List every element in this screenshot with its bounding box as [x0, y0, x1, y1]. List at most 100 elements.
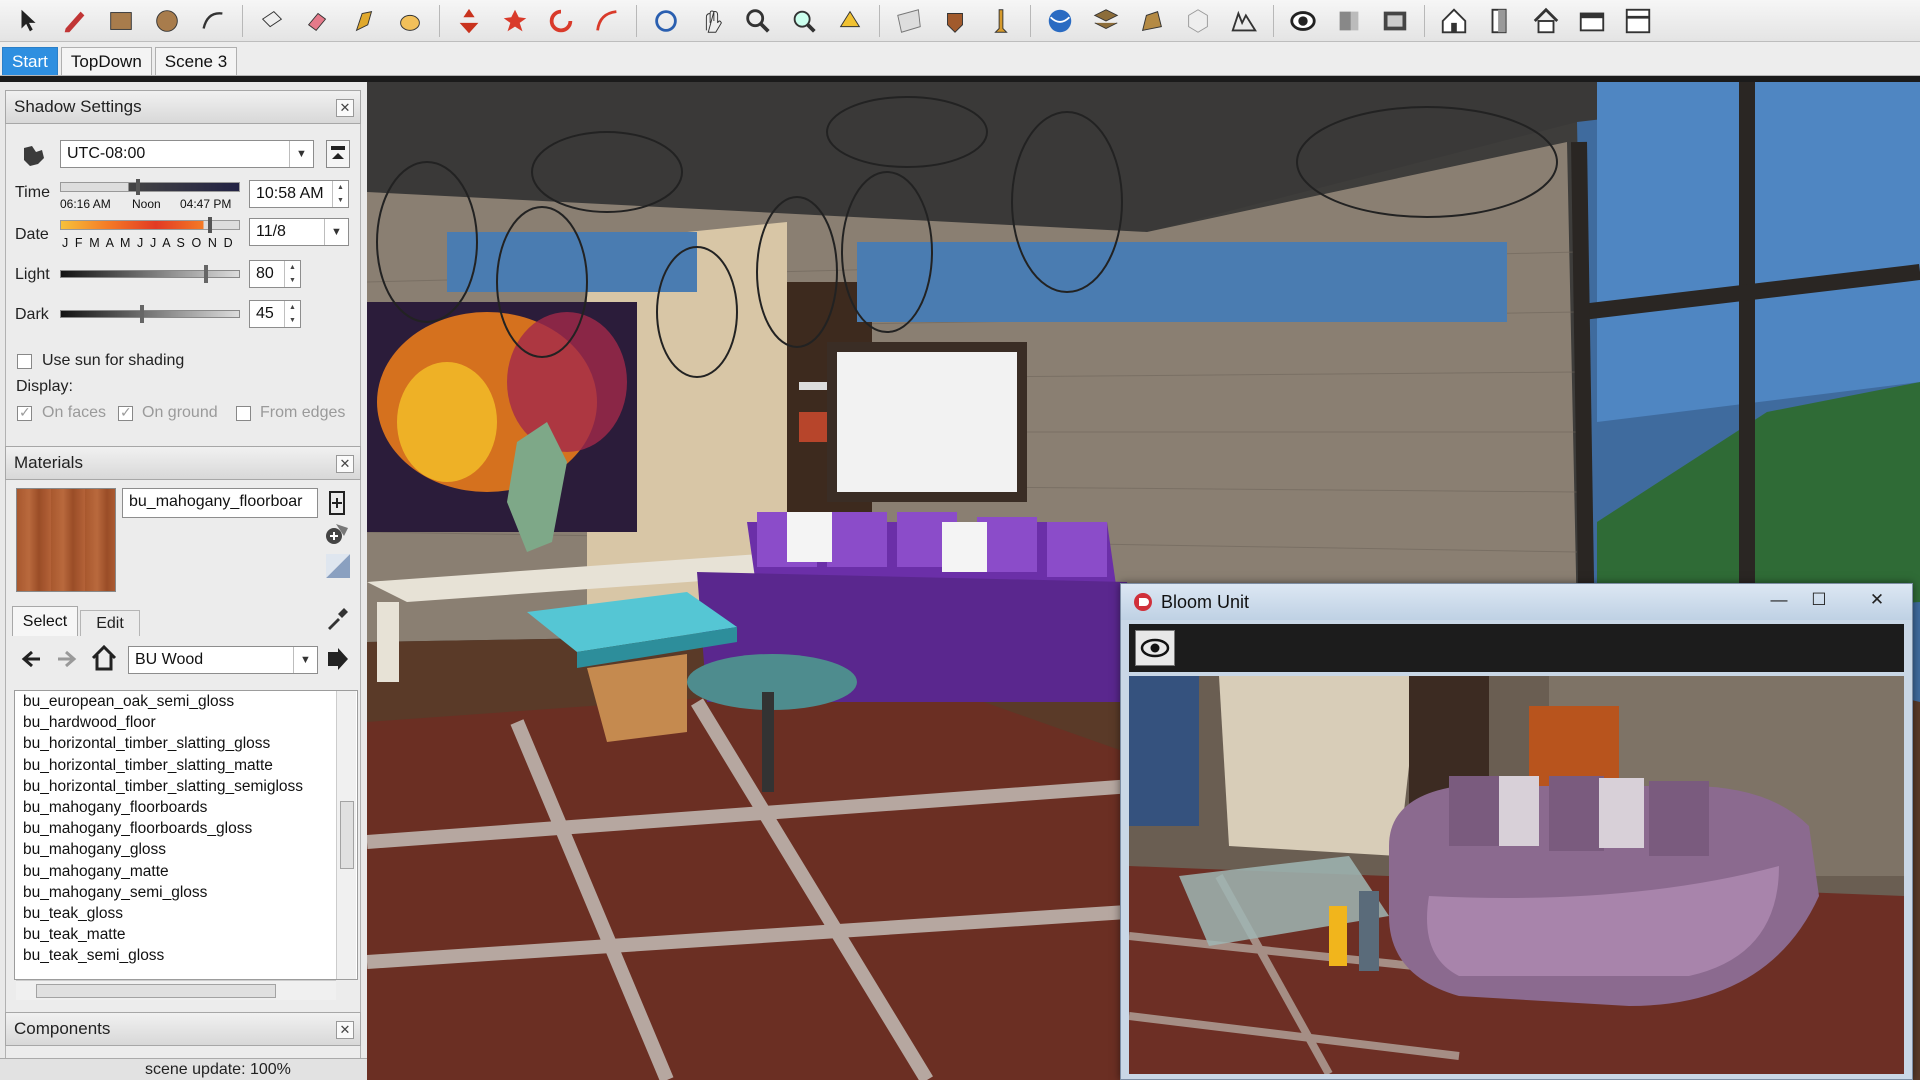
create-material-icon[interactable]	[324, 490, 350, 516]
material-list-scrollbar[interactable]	[336, 691, 356, 979]
position-camera-icon[interactable]	[829, 3, 871, 39]
orbit-icon[interactable]	[586, 3, 628, 39]
light-input[interactable]: 80 ▲ ▼	[249, 260, 301, 288]
expand-toggle-button[interactable]	[326, 140, 350, 168]
arc-icon[interactable]	[192, 3, 234, 39]
globe-icon[interactable]	[20, 144, 46, 168]
light-slider-thumb[interactable]	[204, 265, 208, 283]
close-button[interactable]: ✕	[1859, 588, 1895, 612]
eyedropper-icon[interactable]	[324, 606, 350, 632]
zoom-icon[interactable]	[691, 3, 733, 39]
material-list-item[interactable]: bu_mahogany_floorboards	[15, 797, 357, 818]
material-list-item[interactable]: bu_teak_matte	[15, 924, 357, 945]
material-library-select[interactable]: BU Wood ▼	[128, 646, 318, 674]
timezone-select[interactable]: UTC-08:00 ▼	[60, 140, 314, 168]
tab-edit[interactable]: Edit	[80, 610, 140, 636]
minimize-button[interactable]: —	[1761, 588, 1797, 612]
rotate-icon[interactable]	[494, 3, 536, 39]
materials-header[interactable]: Materials ✕	[5, 446, 361, 480]
material-name-field[interactable]: bu_mahogany_floorboar	[122, 488, 318, 518]
pan-icon[interactable]	[645, 3, 687, 39]
select-icon[interactable]	[8, 3, 50, 39]
tape-measure-icon[interactable]	[343, 3, 385, 39]
back-arrow-icon[interactable]	[18, 646, 44, 672]
forward-arrow-icon[interactable]	[54, 646, 80, 672]
sandbox-icon[interactable]	[1223, 3, 1265, 39]
dark-slider[interactable]	[60, 310, 240, 318]
hscrollbar-thumb[interactable]	[36, 984, 276, 998]
time-slider-thumb[interactable]	[136, 179, 140, 195]
dark-input[interactable]: 45 ▲ ▼	[249, 300, 301, 328]
spinner-icon[interactable]: ▲ ▼	[284, 301, 300, 327]
time-slider[interactable]	[60, 182, 240, 192]
dark-slider-thumb[interactable]	[140, 305, 144, 323]
bloom-titlebar[interactable]: Bloom Unit — ☐ ✕	[1121, 584, 1912, 620]
follow-me-icon[interactable]	[540, 3, 582, 39]
material-list-item[interactable]: bu_mahogany_floorboards_gloss	[15, 818, 357, 839]
rectangle-icon[interactable]	[100, 3, 142, 39]
scrollbar-thumb[interactable]	[340, 801, 354, 869]
zoom-extents-icon[interactable]	[737, 3, 779, 39]
move-icon[interactable]	[448, 3, 490, 39]
material-list-item[interactable]: bu_hardwood_floor	[15, 712, 357, 733]
details-arrow-icon[interactable]	[324, 646, 350, 672]
shadow-settings-header[interactable]: Shadow Settings ✕	[5, 90, 361, 124]
tab-select[interactable]: Select	[12, 606, 78, 636]
eraser-icon[interactable]	[251, 3, 293, 39]
roof-icon[interactable]	[1525, 3, 1567, 39]
light-slider[interactable]	[60, 270, 240, 278]
eye-icon[interactable]	[1282, 3, 1324, 39]
look-around-icon[interactable]	[934, 3, 976, 39]
on-faces-checkbox[interactable]	[17, 404, 32, 421]
geo-icon[interactable]	[980, 3, 1022, 39]
house-icon[interactable]	[1433, 3, 1475, 39]
material-list-item[interactable]: bu_teak_semi_gloss	[15, 945, 357, 966]
material-list-item[interactable]: bu_horizontal_timber_slatting_matte	[15, 755, 357, 776]
material-list-item[interactable]: bu_european_oak_semi_gloss	[15, 691, 357, 712]
from-edges-checkbox[interactable]	[236, 406, 251, 421]
wall-icon[interactable]	[1571, 3, 1613, 39]
spinner-icon[interactable]: ▲ ▼	[284, 261, 300, 287]
date-slider-thumb[interactable]	[208, 217, 212, 233]
light-icon[interactable]	[1328, 3, 1370, 39]
material-list-item[interactable]: bu_horizontal_timber_slatting_gloss	[15, 733, 357, 754]
date-select[interactable]: 11/8 ▼	[249, 218, 349, 246]
push-pull-icon[interactable]	[389, 3, 431, 39]
bloom-render-view[interactable]	[1129, 676, 1904, 1074]
warehouse-icon[interactable]	[1177, 3, 1219, 39]
window-icon[interactable]	[1617, 3, 1659, 39]
spinner-icon[interactable]: ▲ ▼	[332, 181, 348, 207]
layer-icon[interactable]	[1131, 3, 1173, 39]
walk-icon[interactable]	[888, 3, 930, 39]
material-list-item[interactable]: bu_mahogany_semi_gloss	[15, 882, 357, 903]
time-input[interactable]: 10:58 AM ▲ ▼	[249, 180, 349, 208]
close-icon[interactable]: ✕	[336, 455, 354, 473]
close-icon[interactable]: ✕	[336, 99, 354, 117]
pencil-icon[interactable]	[54, 3, 96, 39]
scene-tab-topdown[interactable]: TopDown	[60, 47, 152, 75]
render-icon[interactable]	[1374, 3, 1416, 39]
date-slider[interactable]	[60, 220, 240, 230]
section-icon[interactable]	[783, 3, 825, 39]
components-header[interactable]: Components ✕	[5, 1012, 361, 1046]
material-list-item[interactable]: bu_teak_gloss	[15, 903, 357, 924]
home-icon[interactable]	[90, 644, 118, 672]
import-icon[interactable]	[1039, 3, 1081, 39]
add-material-icon[interactable]	[324, 520, 350, 546]
scene-tab-start[interactable]: Start	[2, 47, 58, 75]
material-list-item[interactable]: bu_mahogany_gloss	[15, 839, 357, 860]
close-icon[interactable]: ✕	[336, 1021, 354, 1039]
material-list-item[interactable]: bu_horizontal_timber_slatting_semigloss	[15, 776, 357, 797]
eye-button[interactable]	[1135, 630, 1175, 666]
paint-bucket-icon[interactable]	[297, 3, 339, 39]
maximize-button[interactable]: ☐	[1801, 588, 1837, 612]
material-swatch[interactable]	[16, 488, 116, 592]
door-icon[interactable]	[1479, 3, 1521, 39]
scene-tab-scene-3[interactable]: Scene 3	[154, 47, 238, 75]
on-ground-checkbox[interactable]	[118, 404, 133, 421]
use-sun-checkbox[interactable]	[17, 354, 32, 369]
material-list-hscrollbar[interactable]	[16, 980, 336, 1000]
default-material-icon[interactable]	[324, 552, 352, 580]
export-icon[interactable]	[1085, 3, 1127, 39]
material-list[interactable]: bu_european_oak_semi_gloss bu_hardwood_fl…	[14, 690, 358, 980]
